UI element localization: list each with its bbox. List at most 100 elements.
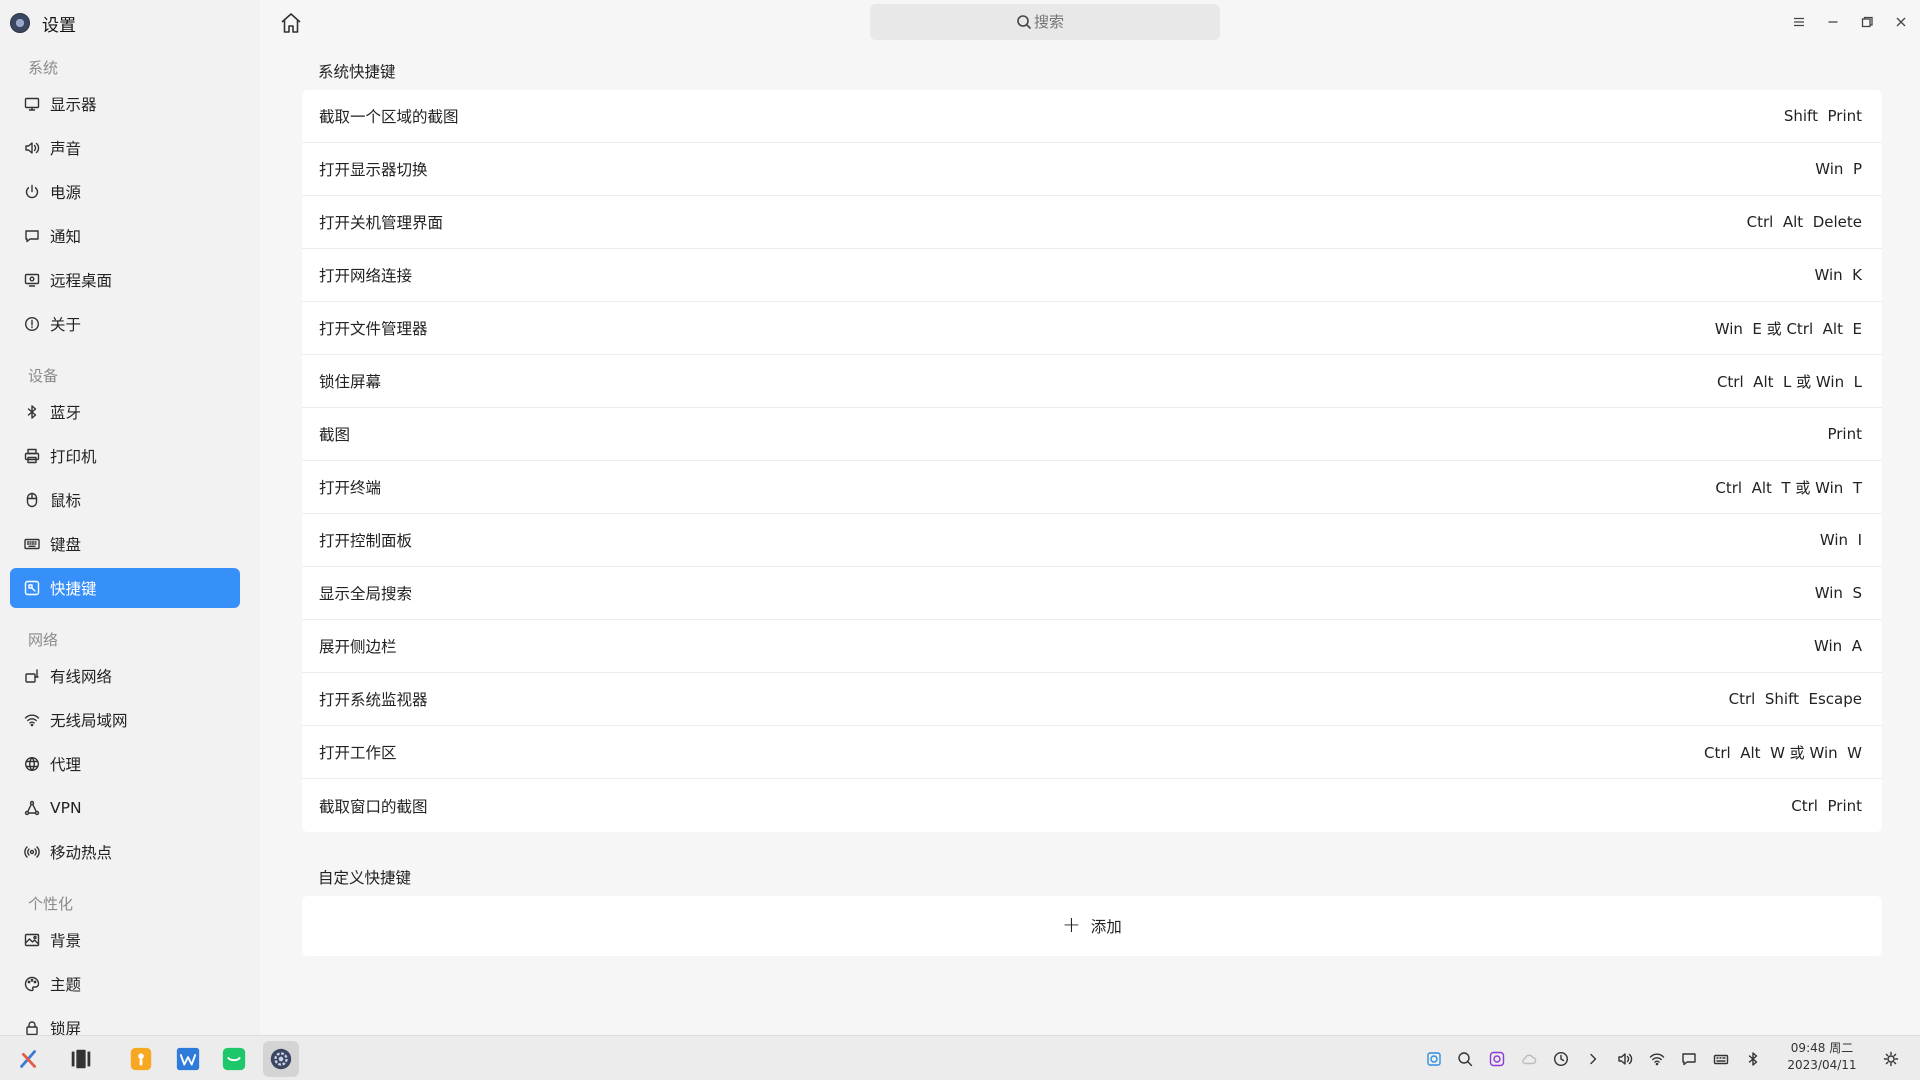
sidebar-item-label: 背景: [50, 932, 82, 950]
shortcut-keys: Win I: [1819, 531, 1862, 549]
sidebar-item-remote-desktop[interactable]: 远程桌面: [10, 260, 240, 300]
minimize-button[interactable]: [1820, 10, 1846, 34]
tray-kylin-app[interactable]: [1424, 1049, 1444, 1069]
keyboard-icon: [24, 536, 40, 552]
app-title: 设置: [42, 15, 76, 36]
sidebar-item-hotspot[interactable]: 移动热点: [10, 832, 240, 872]
sidebar-item-printer[interactable]: 打印机: [10, 436, 240, 476]
sidebar-item-wireless[interactable]: 无线局域网: [10, 700, 240, 740]
home-icon: [281, 13, 301, 33]
wired-network-icon: [24, 668, 40, 684]
custom-shortcuts-title: 自定义快捷键: [318, 869, 412, 887]
add-shortcut-button[interactable]: + 添加: [302, 896, 1882, 956]
palette-icon: [24, 976, 40, 992]
shortcut-name: 打开关机管理界面: [319, 214, 444, 232]
multitask-view-button[interactable]: [63, 1041, 99, 1077]
sidebar-item-label: 声音: [50, 140, 82, 158]
start-menu-button[interactable]: [11, 1041, 47, 1077]
update-icon: [1553, 1051, 1569, 1067]
plus-icon: +: [1062, 913, 1081, 938]
shortcut-keys: Ctrl Alt L 或 Win L: [1716, 372, 1862, 391]
tray-search[interactable]: [1455, 1049, 1475, 1069]
lock-icon: [24, 1020, 40, 1035]
tray-bluetooth[interactable]: [1743, 1049, 1763, 1069]
shortcut-row[interactable]: 打开网络连接 Win K: [302, 249, 1882, 302]
speaker-icon: [1618, 1053, 1633, 1065]
menu-button[interactable]: [1786, 10, 1812, 34]
sidebar-item-label: 无线局域网: [50, 712, 128, 730]
shortcut-name: 打开系统监视器: [319, 691, 428, 709]
tray-screenshot[interactable]: [1487, 1049, 1507, 1069]
sidebar-group-devices: 设备: [28, 367, 59, 385]
home-button[interactable]: [277, 9, 305, 37]
tray-input-method[interactable]: [1711, 1049, 1731, 1069]
shortcut-row[interactable]: 打开显示器切换 Win P: [302, 143, 1882, 196]
settings-app-icon: [10, 13, 30, 33]
tray-expand[interactable]: [1583, 1049, 1603, 1069]
sidebar-item-theme[interactable]: 主题: [10, 964, 240, 1004]
shortcut-row[interactable]: 显示全局搜索 Win S: [302, 567, 1882, 620]
sidebar-item-proxy[interactable]: 代理: [10, 744, 240, 784]
shortcut-row[interactable]: 锁住屏幕 Ctrl Alt L 或 Win L: [302, 355, 1882, 408]
sidebar-item-label: 快捷键: [50, 580, 97, 598]
shortcut-row[interactable]: 打开工作区 Ctrl Alt W 或 Win W: [302, 726, 1882, 779]
close-button[interactable]: [1888, 10, 1914, 34]
sidebar-item-label: 关于: [50, 316, 82, 334]
taskbar-app-notes[interactable]: [123, 1041, 159, 1077]
shortcut-row[interactable]: 打开文件管理器 Win E 或 Ctrl Alt E: [302, 302, 1882, 355]
shortcut-name: 打开文件管理器: [319, 320, 428, 338]
shortcut-row[interactable]: 打开控制面板 Win I: [302, 514, 1882, 567]
shortcut-name: 打开控制面板: [319, 532, 413, 550]
vpn-icon: [24, 800, 40, 816]
shortcut-row[interactable]: 截取一个区域的截图 Shift Print: [302, 90, 1882, 143]
taskbar-app-wps[interactable]: [170, 1041, 206, 1077]
sidebar-item-background[interactable]: 背景: [10, 920, 240, 960]
sidebar-item-power[interactable]: 电源: [10, 172, 240, 212]
tray-weather[interactable]: [1519, 1049, 1539, 1069]
sidebar-item-label: 显示器: [50, 96, 97, 114]
sidebar-item-label: 代理: [50, 756, 82, 774]
sidebar-item-display[interactable]: 显示器: [10, 84, 240, 124]
sidebar-item-notification[interactable]: 通知: [10, 216, 240, 256]
sidebar-item-wired-network[interactable]: 有线网络: [10, 656, 240, 696]
shortcut-keys: Ctrl Alt W 或 Win W: [1704, 743, 1862, 762]
wifi-icon: [24, 712, 40, 728]
sidebar-item-label: 蓝牙: [50, 404, 82, 422]
maximize-button[interactable]: [1854, 10, 1880, 34]
sidebar-item-label: 移动热点: [50, 844, 113, 862]
search-icon: [1017, 15, 1032, 30]
sidebar-item-shortcuts[interactable]: 快捷键: [10, 568, 240, 608]
sidebar-item-mouse[interactable]: 鼠标: [10, 480, 240, 520]
sidebar-item-label: 鼠标: [50, 492, 82, 510]
sidebar-item-label: 远程桌面: [50, 272, 113, 290]
shortcut-row[interactable]: 打开系统监视器 Ctrl Shift Escape: [302, 673, 1882, 726]
notes-app-icon: [130, 1047, 152, 1071]
shortcut-row[interactable]: 截取窗口的截图 Ctrl Print: [302, 779, 1882, 832]
shortcut-row[interactable]: 打开终端 Ctrl Alt T 或 Win T: [302, 461, 1882, 514]
sidebar-item-bluetooth[interactable]: 蓝牙: [10, 392, 240, 432]
sidebar-item-keyboard[interactable]: 键盘: [10, 524, 240, 564]
restore-icon: [1861, 16, 1873, 28]
sidebar-item-about[interactable]: 关于: [10, 304, 240, 344]
shortcut-row[interactable]: 截图 Print: [302, 408, 1882, 461]
tray-notification[interactable]: [1679, 1049, 1699, 1069]
tray-volume[interactable]: [1615, 1049, 1635, 1069]
shortcut-row[interactable]: 展开侧边栏 Win A: [302, 620, 1882, 673]
tray-network[interactable]: [1647, 1049, 1667, 1069]
tray-night-mode[interactable]: [1881, 1049, 1901, 1069]
sidebar-item-label: 有线网络: [50, 668, 113, 686]
settings-window: 设置 系统 显示器 声音 电源 通知 远程桌面 关于 设备 蓝牙 打印机 鼠标 …: [0, 0, 1920, 1035]
taskbar-app-wechat[interactable]: [216, 1041, 252, 1077]
sidebar-item-lockscreen[interactable]: 锁屏: [10, 1008, 240, 1035]
shortcut-row[interactable]: 打开关机管理界面 Ctrl Alt Delete: [302, 196, 1882, 249]
sidebar-item-vpn[interactable]: VPN: [10, 788, 240, 828]
taskbar-clock[interactable]: 09:48 周二 2023/04/11: [1784, 1040, 1860, 1074]
search-box[interactable]: [870, 4, 1220, 40]
tray-update[interactable]: [1551, 1049, 1571, 1069]
shortcut-name: 打开工作区: [319, 744, 397, 762]
shortcut-keys: Ctrl Alt T 或 Win T: [1715, 478, 1862, 497]
taskbar-app-settings[interactable]: [263, 1041, 299, 1077]
system-shortcuts-card: 截取一个区域的截图 Shift Print 打开显示器切换 Win P 打开关机管理…: [302, 90, 1882, 832]
sidebar-item-sound[interactable]: 声音: [10, 128, 240, 168]
search-input[interactable]: [1034, 13, 1074, 31]
